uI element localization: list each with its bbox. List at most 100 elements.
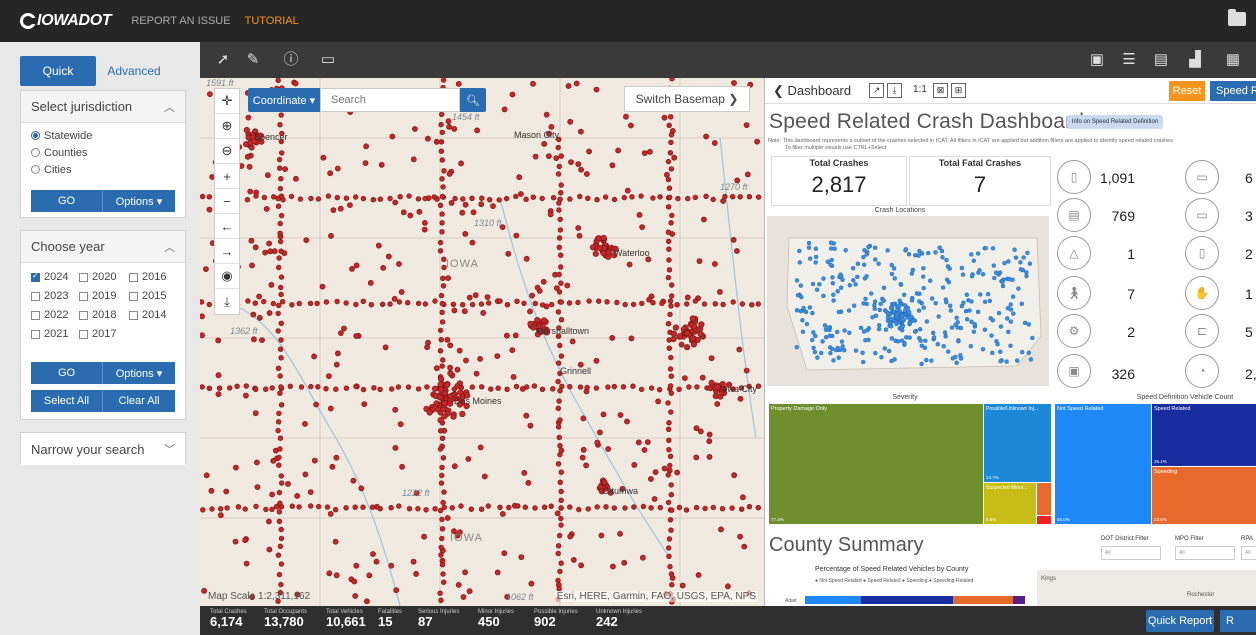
crash-point[interactable] <box>622 505 628 511</box>
crash-location-point[interactable] <box>798 283 803 288</box>
crash-location-point[interactable] <box>834 329 840 335</box>
county-mini-map[interactable]: Kings Rochester <box>1037 570 1256 606</box>
pointer-icon[interactable]: ➚ <box>214 51 232 69</box>
checkbox-icon[interactable] <box>79 310 88 320</box>
crash-point[interactable] <box>245 114 252 121</box>
crash-point[interactable] <box>729 505 735 511</box>
crash-point[interactable] <box>396 299 403 305</box>
crash-point[interactable] <box>439 516 445 523</box>
crash-point[interactable] <box>351 578 358 585</box>
crash-point[interactable] <box>459 209 466 216</box>
crash-point[interactable] <box>440 78 447 83</box>
crash-location-point[interactable] <box>812 349 818 355</box>
tab-advanced[interactable]: Advanced <box>96 56 172 86</box>
crash-point[interactable] <box>667 563 673 570</box>
crash-point[interactable] <box>515 503 521 509</box>
crash-point[interactable] <box>667 366 674 372</box>
reset-button[interactable]: Reset <box>1169 81 1205 101</box>
crash-location-point[interactable] <box>797 248 802 254</box>
crash-location-point[interactable] <box>1025 250 1030 256</box>
crash-point[interactable] <box>730 299 736 305</box>
crash-point[interactable] <box>278 535 285 542</box>
crash-point[interactable] <box>447 370 454 377</box>
crash-point[interactable] <box>302 471 309 478</box>
crash-point[interactable] <box>746 504 753 510</box>
crash-location-point[interactable] <box>879 354 884 360</box>
crash-location-point[interactable] <box>855 261 861 266</box>
crash-point[interactable] <box>706 453 713 460</box>
crash-location-point[interactable] <box>888 305 894 311</box>
crash-point[interactable] <box>557 417 563 423</box>
crash-point[interactable] <box>332 538 339 545</box>
report-issue-link[interactable]: REPORT AN ISSUE <box>131 15 230 27</box>
crash-point[interactable] <box>277 238 284 245</box>
crash-location-point[interactable] <box>872 306 877 311</box>
crash-location-point[interactable] <box>828 246 834 251</box>
zoom-out-icon[interactable]: − <box>215 189 239 214</box>
crash-point[interactable] <box>455 81 462 87</box>
crash-location-point[interactable] <box>905 306 911 311</box>
crash-point[interactable] <box>447 400 454 407</box>
crash-location-point[interactable] <box>971 258 977 263</box>
crash-point[interactable] <box>557 479 563 485</box>
dashboard-back-link[interactable]: ❮ Dashboard <box>773 83 851 99</box>
crash-point[interactable] <box>650 300 656 306</box>
crash-location-point[interactable] <box>907 320 912 326</box>
crash-point[interactable] <box>270 194 277 200</box>
crash-point[interactable] <box>730 236 737 243</box>
crash-location-point[interactable] <box>891 266 897 271</box>
crash-location-point[interactable] <box>1024 273 1029 279</box>
crash-point[interactable] <box>557 342 563 349</box>
crash-location-point[interactable] <box>851 303 857 308</box>
year-2024[interactable]: 2024 <box>31 271 79 283</box>
crash-point[interactable] <box>710 504 716 511</box>
crash-point[interactable] <box>580 446 587 453</box>
crash-location-point[interactable] <box>864 274 869 279</box>
crash-location-point[interactable] <box>836 355 841 360</box>
crash-point[interactable] <box>600 411 607 418</box>
crash-point[interactable] <box>485 503 491 509</box>
pencil-icon[interactable]: ✎ <box>244 51 262 69</box>
crash-point[interactable] <box>426 409 433 416</box>
crash-point[interactable] <box>556 398 562 404</box>
crash-point[interactable] <box>278 248 284 254</box>
crash-location-point[interactable] <box>945 264 951 269</box>
crash-point[interactable] <box>667 150 674 156</box>
crash-point[interactable] <box>421 219 428 226</box>
crash-point[interactable] <box>545 153 552 159</box>
crash-point[interactable] <box>555 309 562 315</box>
crash-point[interactable] <box>686 384 692 390</box>
crash-point[interactable] <box>496 197 502 203</box>
crash-location-point[interactable] <box>975 309 981 315</box>
radio-icon[interactable] <box>31 148 40 157</box>
crash-location-point[interactable] <box>906 309 912 315</box>
crash-point[interactable] <box>277 373 283 379</box>
crash-point[interactable] <box>433 400 440 407</box>
crash-point[interactable] <box>410 558 417 565</box>
crash-point[interactable] <box>669 582 675 588</box>
crash-point[interactable] <box>575 299 581 306</box>
crash-point[interactable] <box>440 283 447 289</box>
crash-point[interactable] <box>666 257 672 263</box>
crash-location-point[interactable] <box>889 316 894 322</box>
crash-point[interactable] <box>203 472 210 479</box>
crash-point[interactable] <box>697 330 704 337</box>
crash-point[interactable] <box>271 248 278 255</box>
crash-point[interactable] <box>663 171 670 178</box>
crash-point[interactable] <box>631 504 637 510</box>
crash-point[interactable] <box>459 410 466 418</box>
grid-view-icon[interactable]: ⊞ <box>951 83 966 98</box>
quick-report-button[interactable]: Quick Report <box>1146 610 1214 632</box>
crash-point[interactable] <box>411 126 418 132</box>
crash-point[interactable] <box>668 390 674 396</box>
crash-point[interactable] <box>251 336 257 343</box>
crash-location-point[interactable] <box>840 344 845 349</box>
crash-location-point[interactable] <box>933 300 938 306</box>
crash-point[interactable] <box>275 328 281 334</box>
crash-point[interactable] <box>448 200 455 206</box>
crash-point[interactable] <box>333 454 340 461</box>
crash-location-point[interactable] <box>947 303 953 309</box>
crash-point[interactable] <box>568 159 574 165</box>
crash-location-point[interactable] <box>929 296 935 301</box>
crash-point[interactable] <box>720 301 726 308</box>
